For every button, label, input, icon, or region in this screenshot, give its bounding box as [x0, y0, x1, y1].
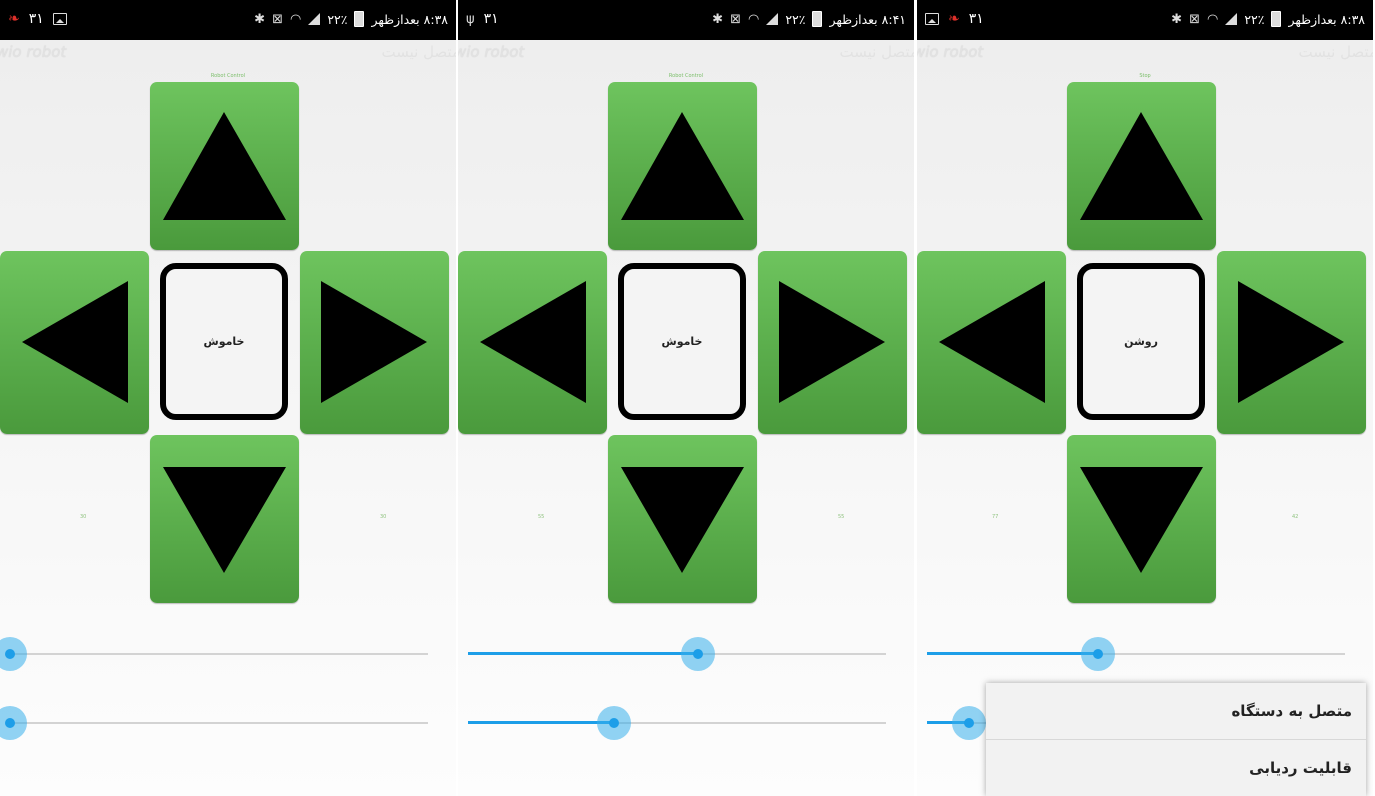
slider-thumb[interactable] [680, 637, 715, 671]
phone-panel-1: ❧ ۳۱ ۸:۳۸ بعدازظهر ۲۲٪ ◠ ⊠ ✱ wio robot م… [0, 0, 456, 796]
slider-fill [468, 721, 615, 724]
app-title: wio robot [917, 43, 984, 61]
arrow-right-icon [1238, 281, 1344, 403]
arrow-right-icon [779, 281, 885, 403]
arrow-down-icon [621, 467, 744, 573]
slider-thumb[interactable] [597, 706, 632, 740]
mute-icon: ⊠ [1189, 11, 1200, 27]
action-bar: wio robot متصل نیست [0, 40, 456, 70]
phone-panel-3: ❧ ۳۱ ۸:۳۸ بعدازظهر ۲۲٪ ◠ ⊠ ✱ wio robot م… [917, 0, 1373, 796]
right-button[interactable] [300, 251, 449, 434]
speed-slider-2[interactable] [468, 706, 886, 740]
status-count: ۳۱ [28, 11, 44, 27]
arrow-up-icon [163, 112, 286, 220]
status-count: ۳۱ [483, 11, 499, 27]
image-icon [52, 13, 67, 25]
right-speed-value: 30 [380, 514, 387, 520]
arrow-left-icon [939, 281, 1045, 403]
right-button[interactable] [758, 251, 907, 434]
left-button[interactable] [917, 251, 1066, 434]
notification-icon: ❧ [948, 11, 960, 27]
battery-percent: ۲۲٪ [785, 11, 806, 27]
status-time: ۸:۳۸ بعدازظهر [371, 11, 448, 27]
status-time: ۸:۳۸ بعدازظهر [1288, 11, 1365, 27]
arrow-down-icon [163, 467, 286, 573]
up-button[interactable] [608, 82, 757, 250]
slider-fill [927, 652, 1099, 655]
app-title: wio robot [0, 43, 67, 61]
status-time: ۸:۴۱ بعدازظهر [829, 11, 906, 27]
menu-item-connect-device[interactable]: متصل به دستگاه [986, 683, 1366, 740]
right-speed-value: 42 [1292, 514, 1299, 520]
left-button[interactable] [0, 251, 149, 434]
power-toggle-button[interactable]: خاموش [618, 263, 746, 420]
up-button[interactable] [150, 82, 299, 250]
phone-panel-2: ψ ۳۱ ۸:۴۱ بعدازظهر ۲۲٪ ◠ ⊠ ✱ wio robot م… [458, 0, 914, 796]
slider-thumb[interactable] [1081, 637, 1116, 671]
speed-slider-1[interactable] [927, 637, 1345, 671]
battery-percent: ۲۲٪ [1244, 11, 1265, 27]
status-count: ۳۱ [968, 11, 984, 27]
left-button[interactable] [458, 251, 607, 434]
right-button[interactable] [1217, 251, 1366, 434]
speed-slider-1[interactable] [0, 637, 428, 671]
slider-thumb[interactable] [0, 706, 27, 740]
connection-status: متصل نیست [381, 43, 456, 61]
battery-icon [354, 11, 365, 27]
control-label: Stop [1139, 73, 1151, 79]
connection-status: متصل نیست [839, 43, 914, 61]
right-speed-value: 55 [838, 514, 845, 520]
control-label: Robot Control [210, 73, 246, 79]
signal-icon [766, 13, 779, 25]
up-button[interactable] [1067, 82, 1216, 250]
down-button[interactable] [608, 435, 757, 603]
options-menu: متصل به دستگاه قابلیت ردیابی [986, 683, 1366, 796]
arrow-left-icon [22, 281, 128, 403]
image-icon [925, 13, 939, 25]
action-bar: wio robot متصل نیست [458, 40, 914, 70]
control-label: Robot Control [668, 73, 704, 79]
bluetooth-icon: ✱ [254, 11, 266, 27]
wifi-icon: ◠ [747, 11, 760, 27]
arrow-left-icon [480, 281, 586, 403]
arrow-down-icon [1080, 467, 1203, 573]
mute-icon: ⊠ [272, 11, 283, 27]
arrow-up-icon [1080, 112, 1203, 220]
menu-item-tracking[interactable]: قابلیت ردیابی [986, 740, 1366, 796]
status-bar: ❧ ۳۱ ۸:۳۸ بعدازظهر ۲۲٪ ◠ ⊠ ✱ [917, 0, 1373, 40]
battery-icon [1271, 11, 1282, 27]
status-bar: ψ ۳۱ ۸:۴۱ بعدازظهر ۲۲٪ ◠ ⊠ ✱ [458, 0, 914, 40]
arrow-right-icon [321, 281, 427, 403]
arrow-up-icon [621, 112, 744, 220]
action-bar: wio robot متصل نیست [917, 40, 1373, 70]
bluetooth-icon: ✱ [1171, 11, 1183, 27]
slider-fill [468, 652, 698, 655]
down-button[interactable] [1067, 435, 1216, 603]
wifi-icon: ◠ [1206, 11, 1219, 27]
left-speed-value: 30 [80, 514, 87, 520]
connection-status: متصل نیست [1298, 43, 1373, 61]
usb-icon: ψ [466, 11, 475, 27]
signal-icon [308, 13, 321, 25]
power-toggle-button[interactable]: خاموش [160, 263, 288, 420]
slider-thumb[interactable] [0, 637, 27, 671]
down-button[interactable] [150, 435, 299, 603]
speed-slider-1[interactable] [468, 637, 886, 671]
notification-icon: ❧ [8, 11, 20, 27]
battery-percent: ۲۲٪ [327, 11, 348, 27]
slider-thumb[interactable] [951, 706, 986, 740]
bluetooth-icon: ✱ [712, 11, 724, 27]
status-bar: ❧ ۳۱ ۸:۳۸ بعدازظهر ۲۲٪ ◠ ⊠ ✱ [0, 0, 456, 40]
mute-icon: ⊠ [730, 11, 741, 27]
speed-slider-2[interactable] [0, 706, 428, 740]
signal-icon [1225, 13, 1238, 25]
left-speed-value: 77 [992, 514, 999, 520]
left-speed-value: 55 [538, 514, 545, 520]
power-toggle-button[interactable]: روشن [1077, 263, 1205, 420]
battery-charging-icon [812, 11, 823, 27]
app-title: wio robot [458, 43, 525, 61]
wifi-icon: ◠ [289, 11, 302, 27]
